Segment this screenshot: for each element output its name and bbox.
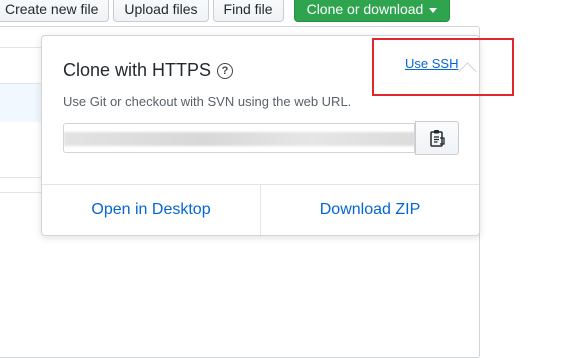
clone-or-download-label: Clone or download: [306, 1, 424, 17]
clipboard-icon: [430, 130, 445, 147]
clone-url-input[interactable]: [63, 123, 415, 153]
clone-url-group: [63, 121, 459, 155]
file-toolbar: Create new file Upload files Find file C…: [0, 0, 454, 22]
clone-or-download-button[interactable]: Clone or download: [293, 0, 451, 22]
popover-actions: Open in Desktop Download ZIP: [42, 185, 479, 235]
open-in-desktop-button[interactable]: Open in Desktop: [42, 185, 261, 235]
clone-description: Use Git or checkout with SVN using the w…: [63, 94, 352, 109]
popover-title-text: Clone with HTTPS: [63, 60, 212, 80]
find-file-button[interactable]: Find file: [212, 0, 284, 22]
question-circle-icon[interactable]: ?: [217, 63, 234, 79]
create-new-file-button[interactable]: Create new file: [0, 0, 110, 22]
redacted-url: [64, 132, 414, 146]
caret-down-icon: [429, 7, 438, 13]
annotation-highlight-box: [372, 38, 514, 96]
download-zip-button[interactable]: Download ZIP: [261, 185, 479, 235]
upload-files-button[interactable]: Upload files: [113, 0, 209, 22]
copy-url-button[interactable]: [415, 121, 459, 155]
popover-title: Clone with HTTPS?: [63, 60, 234, 81]
